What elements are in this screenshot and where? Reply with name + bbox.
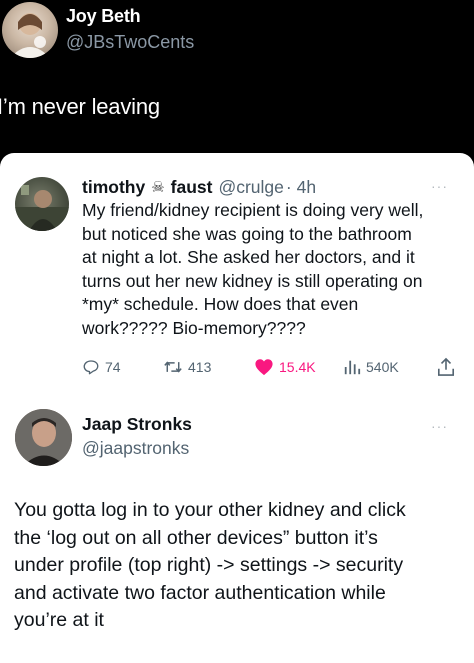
share-button[interactable] (437, 357, 455, 377)
like-button[interactable]: 15.4K (254, 357, 316, 377)
avatar-photo (15, 409, 72, 466)
retweet-count: 413 (188, 359, 212, 375)
tweet-text-line: under profile (top right) -> settings ->… (14, 554, 404, 576)
share-icon (437, 357, 455, 376)
timestamp[interactable]: · 4h (286, 177, 316, 198)
outer-tweet-header: Joy Beth @JBsTwoCents (0, 0, 474, 70)
more-options-icon[interactable]: ··· (431, 418, 448, 434)
retweet-button[interactable]: 413 (163, 357, 211, 377)
tweet-text-line: you’re at it (14, 609, 104, 631)
more-options-icon[interactable]: ··· (431, 178, 448, 194)
reply-tweet-body: You gotta log in to your other kidney an… (14, 497, 470, 635)
tweet-text-line: the ‘log out on all other devices” butto… (14, 526, 378, 549)
tweet-text-line: work????? Bio-memory???? (82, 317, 306, 338)
avatar-photo (10, 13, 50, 58)
tweet-text: I’m never leaving (0, 94, 160, 119)
quoted-tweet-body: My friend/kidney recipient is doing very… (82, 199, 468, 340)
author-handle[interactable]: @jaapstronks (82, 438, 189, 459)
reply-icon (83, 360, 99, 375)
heart-icon (255, 359, 273, 376)
views-button[interactable]: 540K (343, 357, 399, 377)
author-last-name[interactable]: faust (171, 177, 213, 198)
reply-button[interactable]: 74 (82, 357, 121, 377)
quoted-author-row: timothy ☠ faust @crulge · 4h (82, 175, 316, 199)
tweet-text-line: You gotta log in to your other kidney an… (14, 499, 406, 521)
tweet-text-line: at night a lot. She asked her doctors, a… (82, 247, 415, 267)
tweet-text-line: *my* schedule. How does that even (82, 294, 359, 314)
avatar[interactable] (15, 177, 69, 231)
author-handle[interactable]: @JBsTwoCents (66, 32, 194, 53)
views-count: 540K (366, 359, 399, 375)
avatar[interactable] (15, 409, 72, 466)
like-count: 15.4K (279, 359, 316, 375)
author-first-name[interactable]: timothy (82, 177, 145, 198)
avatar[interactable] (2, 2, 58, 58)
tweet-text-line: and activate two factor authentication w… (14, 581, 386, 604)
tweet-text-line: My friend/kidney recipient is doing very… (82, 200, 424, 220)
reply-count: 74 (105, 359, 121, 375)
author-name[interactable]: Jaap Stronks (82, 414, 192, 435)
avatar-photo (15, 185, 69, 231)
author-handle[interactable]: @crulge (218, 177, 283, 198)
tweet-text-line: turns out her new kidney is still operat… (82, 270, 423, 291)
views-chart-icon (344, 360, 361, 375)
tweet-text-line: but noticed she was going to the bathroo… (82, 223, 412, 244)
skull-icon: ☠ (151, 179, 165, 196)
author-name[interactable]: Joy Beth (66, 6, 141, 27)
retweet-icon (164, 361, 182, 373)
